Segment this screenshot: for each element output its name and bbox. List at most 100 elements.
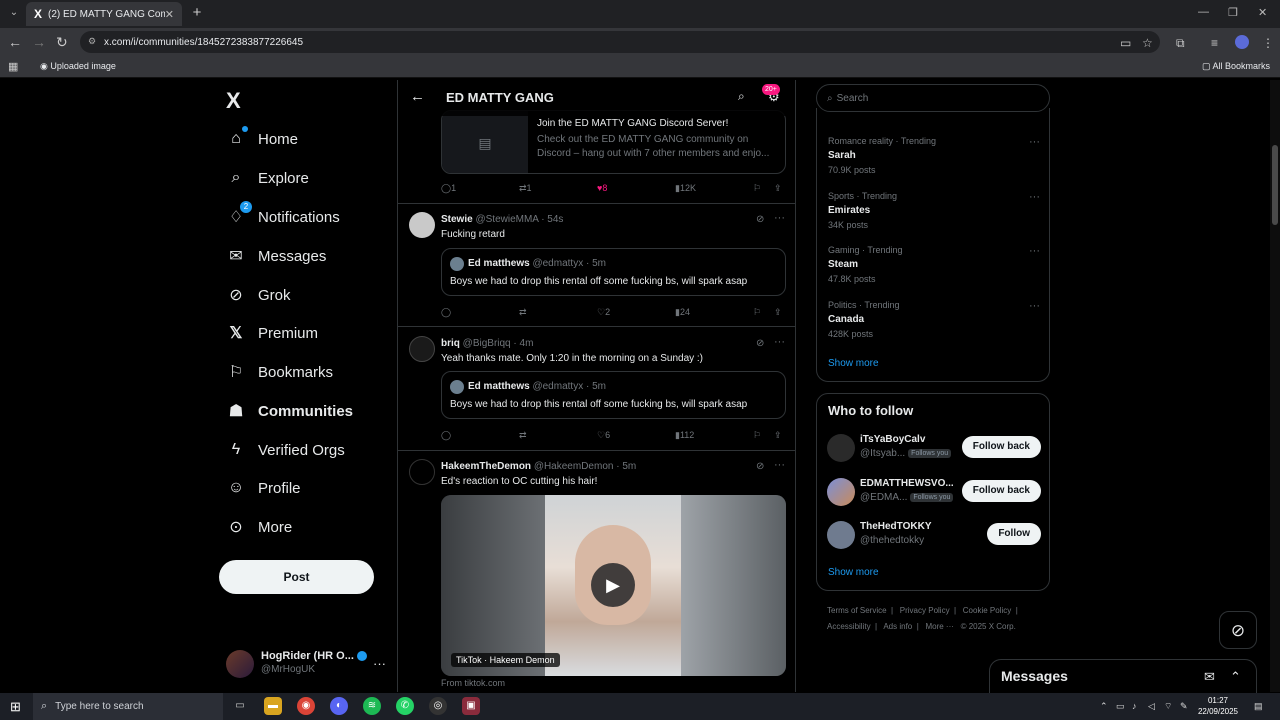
follow-suggestion[interactable]: TheHedTOKKY @thehedtokky Follow <box>827 519 1041 553</box>
bookmark-icon[interactable]: ⚐ <box>753 430 761 441</box>
like-button[interactable]: ♡ 6 <box>597 430 610 441</box>
views-button[interactable]: ▮ 12K <box>675 183 696 194</box>
like-button[interactable]: ♡ 2 <box>597 307 610 318</box>
nav-more[interactable]: ⊙ More <box>226 512 292 542</box>
nav-grok[interactable]: ⊘ Grok <box>226 280 290 310</box>
messages-drawer[interactable]: Messages ✉ ⌃ <box>989 659 1257 693</box>
grok-floating-button[interactable]: ⊘ <box>1219 611 1257 649</box>
more-dots-icon[interactable]: ··· <box>774 212 785 224</box>
reply-button[interactable]: ◯ 1 <box>441 183 456 194</box>
show-more-link[interactable]: Show more <box>828 358 879 369</box>
views-button[interactable]: ▮ 24 <box>675 307 690 318</box>
close-window-icon[interactable]: ✕ <box>1258 6 1267 19</box>
post-button[interactable]: Post <box>219 560 374 594</box>
back-icon[interactable]: ← <box>8 34 22 50</box>
trend-item[interactable]: Gaming · Trending Steam 47.8K posts ··· <box>828 245 1040 284</box>
repost-button[interactable]: ⇄ <box>519 430 527 441</box>
url-field[interactable]: ⚙ x.com/i/communities/184527238387722664… <box>80 31 1160 53</box>
minimize-icon[interactable]: — <box>1198 6 1209 18</box>
bookmark-icon[interactable]: ⚐ <box>753 307 761 318</box>
repost-button[interactable]: ⇄ 1 <box>519 183 532 194</box>
new-tab-icon[interactable]: + <box>188 4 206 22</box>
tray-chevron-icon[interactable]: ⌃ <box>1100 701 1108 712</box>
microphone-icon[interactable]: ♪ <box>1132 701 1137 711</box>
spotify-icon[interactable]: ≋ <box>363 697 381 715</box>
x-logo-icon[interactable]: X <box>226 88 241 114</box>
more-dots-icon[interactable]: ··· <box>774 459 785 471</box>
browser-tab[interactable]: X (2) ED MATTY GANG Communi ✕ <box>26 2 182 26</box>
discord-icon[interactable]: ◐ <box>330 697 348 715</box>
nav-bookmarks[interactable]: ⚐ Bookmarks <box>226 357 333 387</box>
nav-notifications[interactable]: ♢ 2 Notifications <box>226 201 340 232</box>
quoted-tweet[interactable]: Ed matthews @edmattyx · 5m Boys we had t… <box>441 248 786 296</box>
back-arrow-icon[interactable]: ← <box>410 88 425 105</box>
chrome-icon[interactable]: ◉ <box>297 697 315 715</box>
tray-app-icon[interactable]: ▭ <box>1116 701 1125 712</box>
profile-avatar-icon[interactable] <box>1235 35 1249 49</box>
whatsapp-icon[interactable]: ✆ <box>396 697 414 715</box>
site-info-icon[interactable]: ⚙ <box>88 36 96 47</box>
footer-link-accessibility[interactable]: Accessibility <box>827 622 871 631</box>
nav-home[interactable]: ⌂ Home <box>226 124 298 154</box>
restore-icon[interactable]: ❐ <box>1228 6 1238 19</box>
video-player[interactable]: ▶ TikTok · Hakeem Demon <box>441 495 786 676</box>
bookmark-icon[interactable]: ⚐ <box>753 183 761 194</box>
footer-link-privacy[interactable]: Privacy Policy <box>900 606 950 615</box>
nav-messages[interactable]: ✉ Messages <box>226 241 326 271</box>
discord-link-card[interactable]: ▤ Join the ED MATTY GANG Discord Server!… <box>441 110 786 174</box>
more-dots-icon[interactable]: ··· <box>1029 300 1040 312</box>
close-tab-icon[interactable]: ✕ <box>165 8 174 21</box>
volume-icon[interactable]: ◁ <box>1148 701 1155 712</box>
account-switcher[interactable]: HogRider (HR O... @MrHogUK ··· <box>226 648 386 686</box>
more-dots-icon[interactable]: ··· <box>373 656 386 671</box>
apps-grid-icon[interactable]: ▦ <box>8 60 18 73</box>
follow-back-button[interactable]: Follow back <box>961 436 1041 458</box>
nav-explore[interactable]: ⌕ Explore <box>226 163 309 193</box>
reply-button[interactable]: ◯ <box>441 307 451 318</box>
reading-list-icon[interactable]: ≡ <box>1211 36 1218 50</box>
more-dots-icon[interactable]: ··· <box>1029 136 1040 148</box>
share-icon[interactable]: ⇪ <box>774 183 782 194</box>
nav-communities[interactable]: ☗ Communities <box>226 396 353 426</box>
network-icon[interactable]: ⌔ <box>1164 701 1172 712</box>
show-more-link[interactable]: Show more <box>828 567 879 578</box>
footer-link-terms[interactable]: Terms of Service <box>827 606 887 615</box>
follow-button[interactable]: Follow <box>987 523 1041 545</box>
link-source[interactable]: From tiktok.com <box>441 678 505 688</box>
scrollbar-thumb[interactable] <box>1272 145 1278 225</box>
follow-suggestion[interactable]: iTsYaBoyCalv @Itsyab... Follows you Follo… <box>827 432 1041 466</box>
footer-link-ads-info[interactable]: Ads info <box>883 622 912 631</box>
app-icon[interactable]: ▣ <box>462 697 480 715</box>
more-dots-icon[interactable]: ··· <box>774 336 785 348</box>
trend-item[interactable]: Sports · Trending Emirates 34K posts ··· <box>828 191 1040 230</box>
like-button[interactable]: ♥ 8 <box>597 183 607 193</box>
grok-icon[interactable]: ⊘ <box>756 338 764 349</box>
follow-back-button[interactable]: Follow back <box>961 480 1041 502</box>
grok-icon[interactable]: ⊘ <box>756 461 764 472</box>
star-icon[interactable]: ☆ <box>1142 36 1153 50</box>
share-icon[interactable]: ⇪ <box>774 430 782 441</box>
nav-verified-orgs[interactable]: ϟ Verified Orgs <box>226 435 345 465</box>
file-explorer-icon[interactable]: ▬ <box>264 697 282 715</box>
grok-icon[interactable]: ⊘ <box>756 214 764 225</box>
share-icon[interactable]: ⇪ <box>774 307 782 318</box>
bookmark-uploaded-image[interactable]: ◉ Uploaded image <box>40 61 116 72</box>
system-clock[interactable]: 01:27 22/09/2025 <box>1193 695 1243 717</box>
menu-kebab-icon[interactable]: ⋮ <box>1262 36 1274 50</box>
trend-item[interactable]: Romance reality · Trending Sarah 70.9K p… <box>828 136 1040 175</box>
notifications-icon[interactable]: ▤ <box>1254 701 1263 712</box>
trend-item[interactable]: Politics · Trending Canada 428K posts ··… <box>828 300 1040 339</box>
task-view-icon[interactable]: ▭ <box>231 697 249 715</box>
windows-start-icon[interactable]: ⊞ <box>10 699 21 715</box>
search-icon[interactable]: ⌕ <box>738 89 745 104</box>
footer-link-cookies[interactable]: Cookie Policy <box>963 606 1011 615</box>
taskbar-search-input[interactable]: ⌕ Type here to search <box>33 693 223 720</box>
follow-suggestion[interactable]: EDMATTHEWSVO... @EDMA... Follows you Foll… <box>827 476 1041 510</box>
cast-icon[interactable]: ▭ <box>1120 36 1131 50</box>
all-bookmarks[interactable]: ▢ All Bookmarks <box>1202 61 1270 72</box>
reply-button[interactable]: ◯ <box>441 430 451 441</box>
nav-premium[interactable]: 𝕏 Premium <box>226 318 318 348</box>
nav-profile[interactable]: ☺ Profile <box>226 473 301 503</box>
views-button[interactable]: ▮ 112 <box>675 430 694 441</box>
more-dots-icon[interactable]: ··· <box>1029 191 1040 203</box>
